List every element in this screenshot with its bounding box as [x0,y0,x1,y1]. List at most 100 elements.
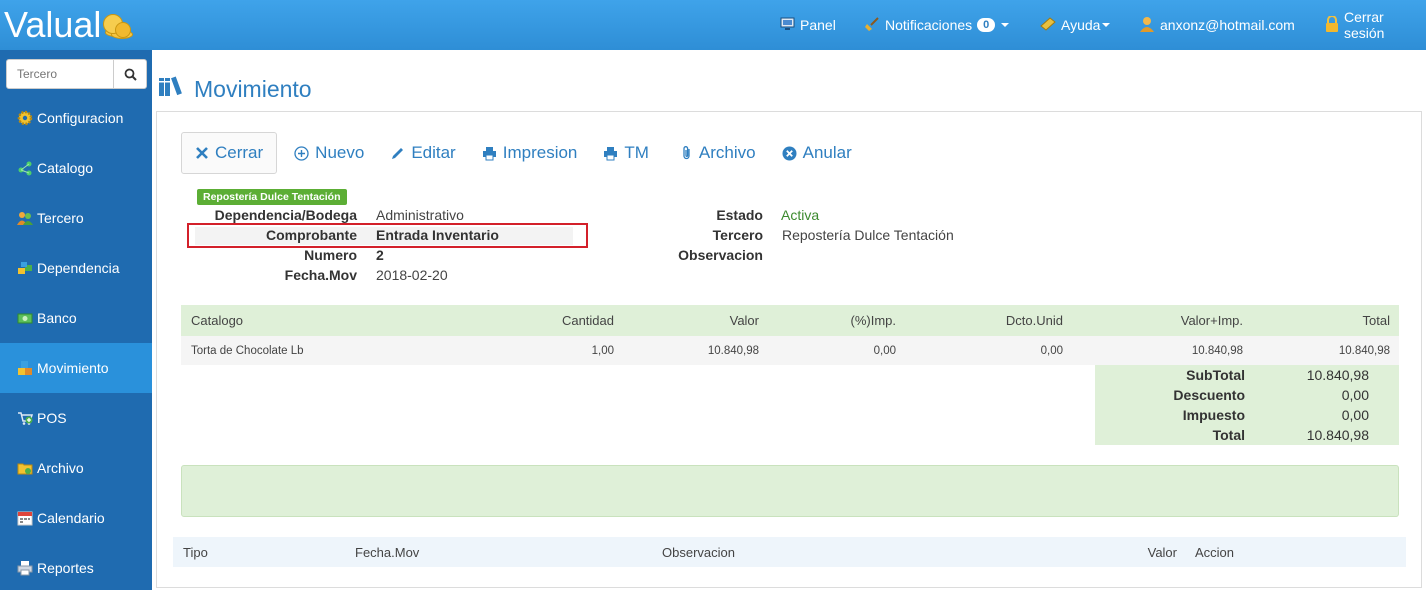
movimiento-panel: Cerrar Nuevo Editar Impresion TM Archivo… [156,111,1422,588]
sidebar-item-label: Reportes [37,560,94,576]
sidebar-item-label: Banco [37,310,77,326]
sidebar-item-label: Movimiento [37,360,109,376]
nav-ayuda[interactable]: Ayuda [1040,0,1111,50]
nav-logout[interactable]: Cerrar sesión [1325,0,1426,50]
table-cell: Torta de Chocolate Lb [191,344,304,357]
sidebar-item-banco[interactable]: Banco [0,293,152,343]
archivo-button[interactable]: Archivo [668,132,769,174]
search-icon [124,68,137,81]
nuevo-label: Nuevo [315,143,365,162]
nav-user-label: anxonz@hotmail.com [1160,17,1295,33]
column-header: Observacion [662,544,735,560]
sidebar-item-reportes[interactable]: Reportes [0,543,152,593]
cart-add-icon [17,410,33,426]
page-title: Movimiento [158,74,312,104]
lock-icon [1325,14,1339,35]
sidebar-item-tercero[interactable]: Tercero [0,193,152,243]
tm-button[interactable]: TM [590,132,662,174]
impuesto-label: Impuesto [1182,407,1245,423]
search-button[interactable] [113,60,146,88]
nav-logout-label: Cerrar sesión [1344,9,1385,41]
nav-notificaciones-label: Notificaciones [885,17,973,33]
descuento-value: 0,00 [1341,387,1369,403]
subtotal-value: 10.840,98 [1306,367,1369,383]
sidebar-item-pos[interactable]: POS [0,393,152,443]
close-icon [195,146,209,160]
network-icon [17,160,33,176]
sidebar-item-movimiento[interactable]: Movimiento [0,343,152,393]
sidebar-item-label: Tercero [37,210,84,226]
books-icon [158,75,186,103]
detail-table-header: Catalogo Cantidad Valor (%)Imp. Dcto.Uni… [181,305,1399,336]
sidebar-item-calendario[interactable]: Calendario [0,493,152,543]
table-row[interactable]: Torta de Chocolate Lb 1,00 10.840,98 0,0… [181,336,1399,365]
fecha-value: 2018-02-20 [376,267,448,283]
sidebar-item-catalogo[interactable]: Catalogo [0,143,152,193]
nav-panel-label: Panel [800,17,836,33]
table-cell: 1,00 [591,344,614,357]
boxes-icon [17,360,33,376]
printer-icon [17,560,33,576]
column-header: Fecha.Mov [355,544,420,560]
subtotal-label: SubTotal [1186,367,1245,383]
logo-text: Valual [4,4,102,45]
table-cell: 0,00 [873,344,896,357]
money-icon [17,310,33,326]
table-cell: 10.840,98 [1338,344,1390,357]
totals-box: SubTotal 10.840,98 Descuento 0,00 Impues… [1095,365,1399,445]
monitor-icon [780,17,795,34]
chevron-down-icon [1102,23,1111,27]
sidebar-item-configuracion[interactable]: Configuracion [0,93,152,143]
nav-user[interactable]: anxonz@hotmail.com [1139,0,1295,50]
fecha-label: Fecha.Mov [284,267,357,283]
printer-icon [482,146,497,161]
blocks-icon [17,260,33,276]
editar-button[interactable]: Editar [377,132,468,174]
impuesto-value: 0,00 [1341,407,1369,423]
anular-label: Anular [802,143,852,162]
paperclip-icon [681,145,693,161]
calendar-icon [17,510,33,526]
tercero-label: Tercero [712,227,763,243]
editar-label: Editar [411,143,456,162]
table-cell: 10.840,98 [1191,344,1243,357]
impresion-button[interactable]: Impresion [469,132,591,174]
users-icon [17,210,33,226]
chevron-down-icon [1001,23,1010,27]
sidebar-item-dependencia[interactable]: Dependencia [0,243,152,293]
app-logo[interactable]: Valual [4,5,135,45]
ticket-icon [1040,16,1056,34]
gear-icon [17,110,33,126]
nav-notificaciones[interactable]: Notificaciones 0 [864,0,1010,50]
sidebar-item-archivo[interactable]: Archivo [0,443,152,493]
payments-table-header: Tipo Fecha.Mov Observacion Valor Accion [173,537,1406,567]
table-cell: 0,00 [1040,344,1063,357]
observacion-row: Observacion [157,245,1157,265]
descuento-label: Descuento [1173,387,1245,403]
column-header: Total [1362,313,1390,328]
plus-circle-icon [294,145,309,161]
sidebar: Configuracion Catalogo Tercero Dependenc… [0,50,152,590]
sidebar-item-label: POS [37,410,67,426]
notification-count-badge: 0 [977,18,996,32]
estado-value: Activa [781,207,820,223]
toolbar: Cerrar Nuevo Editar Impresion TM Archivo… [181,132,865,174]
nuevo-button[interactable]: Nuevo [281,132,377,174]
sidebar-item-label: Calendario [37,510,105,526]
total-row: Total 10.840,98 [1095,425,1399,445]
sidebar-search [6,59,147,89]
broom-icon [864,16,880,35]
sidebar-item-label: Archivo [37,460,84,476]
cerrar-button[interactable]: Cerrar [181,132,278,174]
nav-panel[interactable]: Panel [780,0,836,50]
user-icon [1139,16,1155,35]
impresion-label: Impresion [502,143,578,162]
impuesto-row: Impuesto 0,00 [1095,405,1399,425]
anular-button[interactable]: Anular [769,132,865,174]
info-alert-box [181,465,1399,517]
x-circle-icon [782,146,797,161]
column-header: (%)Imp. [850,313,897,328]
search-input[interactable] [7,60,115,88]
folder-icon [17,460,33,476]
observacion-label: Observacion [678,247,763,263]
